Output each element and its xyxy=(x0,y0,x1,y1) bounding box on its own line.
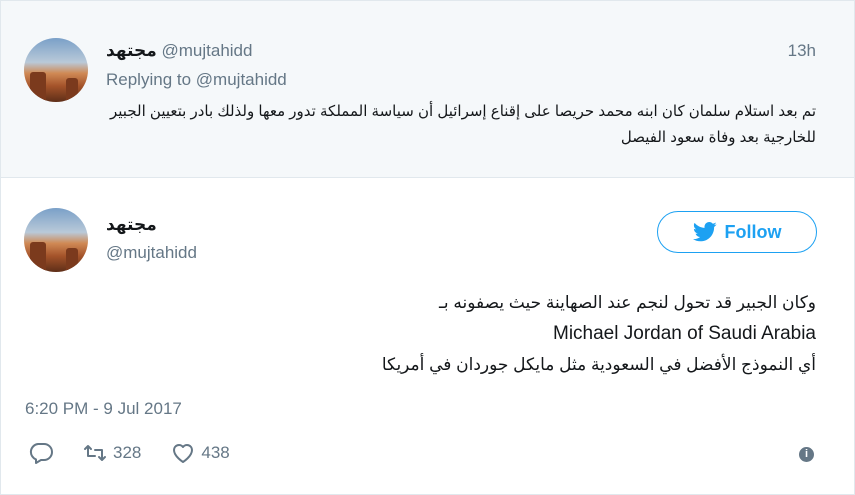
twitter-bird-icon xyxy=(692,222,717,242)
replying-to-handle-link[interactable]: @mujtahidd xyxy=(196,70,287,89)
tweet-text-line: Michael Jordan of Saudi Arabia xyxy=(553,323,816,344)
info-icon[interactable]: i xyxy=(799,447,814,462)
tweet-text-line: أي النموذج الأفضل في السعودية مثل مايكل … xyxy=(381,355,816,374)
replying-to-label: Replying to xyxy=(106,70,192,89)
display-name[interactable]: مجتهد xyxy=(106,215,157,235)
parent-tweet[interactable]: مجتهد @mujtahidd 13h Replying to @mujtah… xyxy=(1,1,854,178)
retweet-button[interactable]: 328 xyxy=(83,442,141,464)
parent-tweet-text: تم بعد استلام سلمان كان ابنه محمد حريصا … xyxy=(109,103,816,146)
tweet-text-line: وكان الجبير قد تحول لنجم عند الصهاينة حي… xyxy=(438,293,816,312)
avatar[interactable] xyxy=(24,38,88,102)
reply-button[interactable] xyxy=(29,442,53,464)
tweet-text: وكان الجبير قد تحول لنجم عند الصهاينة حي… xyxy=(56,287,816,380)
like-icon xyxy=(173,444,194,463)
user-handle[interactable]: @mujtahidd xyxy=(162,41,253,60)
parent-tweet-header: مجتهد @mujtahidd xyxy=(106,41,252,61)
reply-icon xyxy=(29,443,53,464)
retweet-count: 328 xyxy=(113,443,142,462)
like-button[interactable]: 438 xyxy=(171,442,230,464)
display-name[interactable]: مجتهد xyxy=(106,41,157,60)
follow-button[interactable]: Follow xyxy=(657,211,817,253)
replying-to: Replying to @mujtahidd xyxy=(106,70,287,90)
avatar[interactable] xyxy=(24,208,88,272)
retweet-icon xyxy=(84,445,106,461)
follow-label: Follow xyxy=(724,221,782,242)
like-count: 438 xyxy=(201,443,230,462)
tweet-timestamp[interactable]: 6:20 PM - 9 Jul 2017 xyxy=(25,399,182,419)
tweet-actions: 328 438 xyxy=(29,439,260,467)
tweet-card: مجتهد @mujtahidd 13h Replying to @mujtah… xyxy=(0,0,855,495)
user-handle[interactable]: @mujtahidd xyxy=(106,243,197,263)
tweet-time[interactable]: 13h xyxy=(788,41,816,61)
